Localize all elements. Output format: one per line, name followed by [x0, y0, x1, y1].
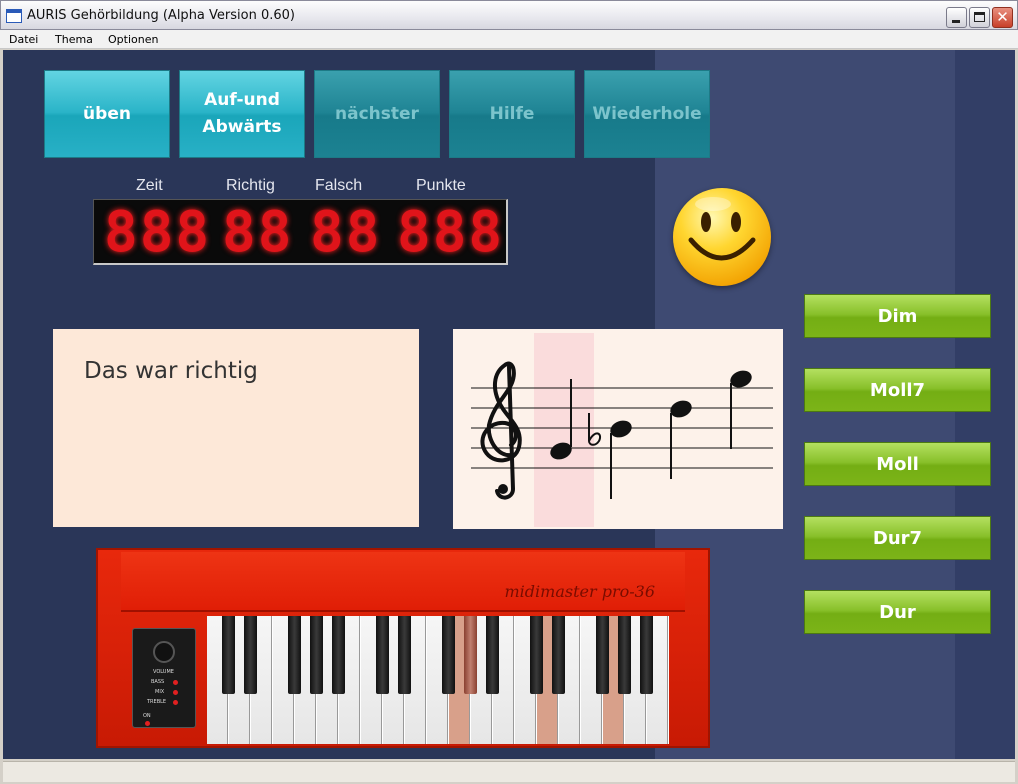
maximize-button[interactable] — [969, 7, 990, 28]
black-key[interactable] — [222, 616, 235, 694]
black-key[interactable] — [332, 616, 345, 694]
treble-led-icon — [173, 700, 178, 705]
time-label: Zeit — [136, 177, 163, 194]
black-key[interactable] — [288, 616, 301, 694]
score-display: 888 88 88 888 — [93, 199, 508, 265]
black-key[interactable] — [552, 616, 565, 694]
window-title: AURIS Gehörbildung (Alpha Version 0.60) — [27, 8, 295, 23]
keyboard-top-panel: midimaster pro-36 — [121, 552, 685, 612]
keyboard-control-panel: VOLUME BASS MIX TREBLE ON — [132, 628, 196, 728]
answer-dur7-button[interactable]: Dur7 — [804, 516, 991, 560]
black-key[interactable] — [244, 616, 257, 694]
main-stage: üben Auf-und Abwärts nächster Hilfe Wied… — [3, 50, 1015, 759]
wrong-digits: 88 — [310, 200, 382, 265]
volume-label: VOLUME — [153, 669, 174, 675]
updown-button[interactable]: Auf-und Abwärts — [179, 70, 305, 158]
power-label: ON — [143, 713, 151, 719]
power-led-icon — [145, 721, 150, 726]
black-key[interactable] — [530, 616, 543, 694]
black-key[interactable] — [376, 616, 389, 694]
correct-label: Richtig — [226, 177, 275, 194]
mix-label: MIX — [155, 689, 165, 695]
points-digits: 888 — [397, 200, 505, 265]
menu-datei[interactable]: Datei — [9, 33, 38, 46]
status-bar — [3, 761, 1015, 782]
treble-label: TREBLE — [147, 699, 167, 705]
minimize-icon — [952, 20, 960, 23]
piano-keys — [207, 616, 669, 744]
black-key[interactable] — [596, 616, 609, 694]
menu-bar: Datei Thema Optionen — [0, 30, 1018, 49]
black-key[interactable] — [442, 616, 455, 694]
black-key[interactable] — [464, 616, 477, 694]
help-button[interactable]: Hilfe — [449, 70, 575, 158]
keyboard-brand: midimaster pro-36 — [504, 582, 656, 601]
midi-keyboard: midimaster pro-36 VOLUME BASS MIX TREBLE… — [96, 548, 710, 748]
wrong-label: Falsch — [315, 177, 363, 194]
repeat-button[interactable]: Wiederhole — [584, 70, 710, 158]
smiley-icon — [673, 188, 771, 286]
black-key[interactable] — [310, 616, 323, 694]
menu-optionen[interactable]: Optionen — [108, 33, 158, 46]
next-button[interactable]: nächster — [314, 70, 440, 158]
black-key[interactable] — [618, 616, 631, 694]
answer-moll-button[interactable]: Moll — [804, 442, 991, 486]
black-key[interactable] — [486, 616, 499, 694]
minimize-button[interactable] — [946, 7, 967, 28]
staff-notation — [471, 361, 773, 500]
time-digits: 888 — [104, 200, 212, 265]
feedback-box: Das war richtig — [53, 329, 419, 527]
bass-led-icon — [173, 680, 178, 685]
volume-knob-icon — [153, 641, 175, 663]
feedback-message: Das war richtig — [84, 358, 258, 384]
mix-led-icon — [173, 690, 178, 695]
title-bar: AURIS Gehörbildung (Alpha Version 0.60) … — [0, 0, 1018, 30]
black-key[interactable] — [398, 616, 411, 694]
answer-dim-button[interactable]: Dim — [804, 294, 991, 338]
answer-moll7-button[interactable]: Moll7 — [804, 368, 991, 412]
maximize-icon — [974, 12, 985, 22]
close-button[interactable]: ✕ — [992, 7, 1013, 28]
menu-thema[interactable]: Thema — [55, 33, 93, 46]
app-window-icon — [6, 9, 22, 23]
practice-button[interactable]: üben — [44, 70, 170, 158]
correct-digits: 88 — [222, 200, 294, 265]
black-key[interactable] — [640, 616, 653, 694]
close-icon: ✕ — [996, 8, 1009, 26]
bass-label: BASS — [151, 679, 165, 685]
notation-panel — [453, 329, 783, 529]
points-label: Punkte — [416, 177, 466, 194]
answer-dur-button[interactable]: Dur — [804, 590, 991, 634]
